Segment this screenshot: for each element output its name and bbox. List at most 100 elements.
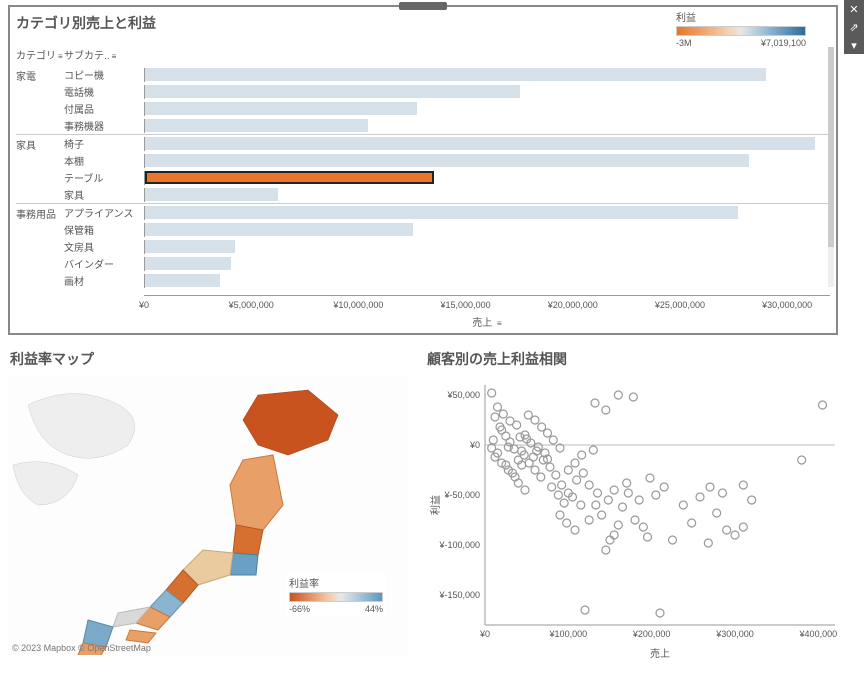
scatter-point[interactable]	[560, 499, 568, 507]
scatter-point[interactable]	[558, 481, 566, 489]
bar[interactable]	[145, 188, 278, 201]
scatter-point[interactable]	[573, 476, 581, 484]
scatter-point[interactable]	[554, 491, 562, 499]
bar-row[interactable]: 本棚	[64, 152, 830, 169]
scatter-point[interactable]	[537, 473, 545, 481]
scatter-point[interactable]	[513, 421, 521, 429]
scatter-point[interactable]	[624, 489, 632, 497]
scatter-point[interactable]	[679, 501, 687, 509]
scatter-point[interactable]	[489, 436, 497, 444]
scatter-point[interactable]	[491, 413, 499, 421]
bar[interactable]	[145, 274, 220, 287]
header-category[interactable]: カテゴリ≡	[16, 47, 64, 62]
scatter-point[interactable]	[819, 401, 827, 409]
scatter-point[interactable]	[688, 519, 696, 527]
scatter-point[interactable]	[598, 511, 606, 519]
bar[interactable]	[145, 68, 766, 81]
scatter-point[interactable]	[646, 474, 654, 482]
bar-row[interactable]: アプライアンス	[64, 204, 830, 221]
bar-row[interactable]: 椅子	[64, 135, 830, 152]
scatter-point[interactable]	[639, 523, 647, 531]
scatter-point[interactable]	[635, 496, 643, 504]
bar-row[interactable]: 家具	[64, 186, 830, 203]
scatter-point[interactable]	[578, 451, 586, 459]
bar-row[interactable]: 画材	[64, 272, 830, 289]
scatter-point[interactable]	[531, 416, 539, 424]
scatter-point[interactable]	[521, 486, 529, 494]
scatter-chart[interactable]: ¥50,000¥0¥-50,000¥-100,000¥-150,000¥0¥10…	[425, 375, 845, 665]
bar-row[interactable]: 電話機	[64, 83, 830, 100]
bar[interactable]	[145, 85, 520, 98]
scatter-point[interactable]	[529, 453, 537, 461]
scatter-point[interactable]	[623, 479, 631, 487]
scatter-point[interactable]	[644, 533, 652, 541]
bar[interactable]	[145, 223, 413, 236]
filter-icon[interactable]: ▾	[844, 36, 864, 54]
map-chart[interactable]: 利益率 -66% 44% © 2023 Mapbox © OpenStreetM…	[8, 375, 408, 655]
scatter-point[interactable]	[798, 456, 806, 464]
scatter-point[interactable]	[494, 403, 502, 411]
bar-row[interactable]: コピー機	[64, 66, 830, 83]
scatter-point[interactable]	[669, 536, 677, 544]
scatter-point[interactable]	[564, 466, 572, 474]
scatter-point[interactable]	[631, 516, 639, 524]
scatter-point[interactable]	[552, 471, 560, 479]
bar-row[interactable]: バインダー	[64, 255, 830, 272]
scatter-point[interactable]	[696, 493, 704, 501]
scatter-point[interactable]	[548, 483, 556, 491]
scatter-point[interactable]	[579, 469, 587, 477]
scatter-point[interactable]	[723, 526, 731, 534]
scatter-point[interactable]	[589, 446, 597, 454]
bar-row[interactable]: 文房具	[64, 238, 830, 255]
scatter-point[interactable]	[594, 489, 602, 497]
bar-row[interactable]: 事務機器	[64, 117, 830, 134]
scatter-point[interactable]	[549, 436, 557, 444]
scatter-point[interactable]	[592, 501, 600, 509]
bar[interactable]	[145, 240, 235, 253]
scatter-point[interactable]	[731, 531, 739, 539]
scatter-point[interactable]	[704, 539, 712, 547]
bar-row[interactable]: 保管箱	[64, 221, 830, 238]
bar[interactable]	[145, 102, 417, 115]
scatter-point[interactable]	[602, 406, 610, 414]
bar[interactable]	[145, 119, 368, 132]
scatter-point[interactable]	[614, 391, 622, 399]
scatter-point[interactable]	[656, 609, 664, 617]
scatter-point[interactable]	[610, 486, 618, 494]
scatter-point[interactable]	[577, 501, 585, 509]
scatter-point[interactable]	[581, 606, 589, 614]
bar[interactable]	[145, 154, 749, 167]
scatter-point[interactable]	[585, 516, 593, 524]
drag-handle[interactable]	[399, 2, 447, 10]
scatter-point[interactable]	[556, 511, 564, 519]
scatter-point[interactable]	[571, 526, 579, 534]
scatter-point[interactable]	[602, 546, 610, 554]
bar[interactable]	[145, 206, 738, 219]
scatter-point[interactable]	[629, 393, 637, 401]
scatter-point[interactable]	[739, 481, 747, 489]
scatter-point[interactable]	[546, 463, 554, 471]
scatter-point[interactable]	[610, 531, 618, 539]
scatter-point[interactable]	[706, 483, 714, 491]
bar-row[interactable]: 付属品	[64, 100, 830, 117]
scatter-point[interactable]	[606, 536, 614, 544]
bar-row[interactable]: テーブル	[64, 169, 830, 186]
bar[interactable]	[145, 171, 434, 184]
scatter-point[interactable]	[502, 432, 510, 440]
close-icon[interactable]: ✕	[844, 0, 864, 18]
scatter-point[interactable]	[514, 479, 522, 487]
scatter-point[interactable]	[591, 399, 599, 407]
bar[interactable]	[145, 257, 231, 270]
bar[interactable]	[145, 137, 815, 150]
scatter-point[interactable]	[739, 523, 747, 531]
scatter-point[interactable]	[652, 491, 660, 499]
scatter-point[interactable]	[488, 389, 496, 397]
scatter-point[interactable]	[614, 521, 622, 529]
scatter-point[interactable]	[619, 503, 627, 511]
scatter-point[interactable]	[604, 496, 612, 504]
scatter-point[interactable]	[531, 466, 539, 474]
scatter-point[interactable]	[571, 459, 579, 467]
scatter-point[interactable]	[748, 496, 756, 504]
scatter-point[interactable]	[660, 483, 668, 491]
scatter-point[interactable]	[585, 481, 593, 489]
